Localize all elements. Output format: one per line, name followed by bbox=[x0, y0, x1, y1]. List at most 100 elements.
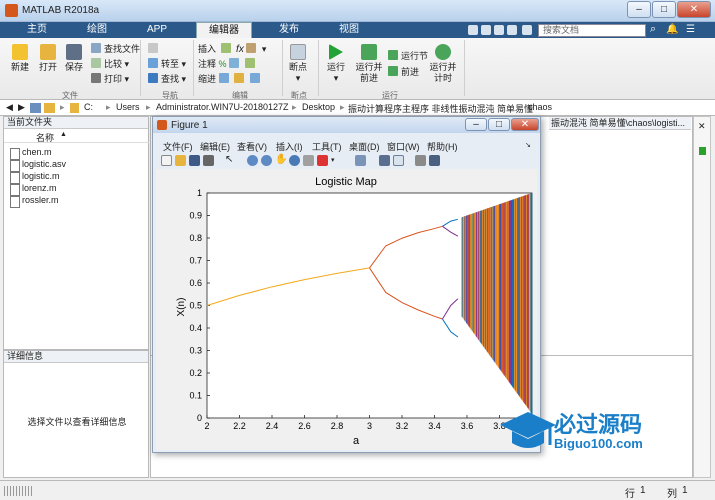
search-icon[interactable]: ⌕ bbox=[650, 23, 656, 36]
wrap-icon bbox=[229, 58, 240, 68]
run-and-time-button[interactable]: 运行并 计时 bbox=[428, 44, 458, 84]
y-axis-label: X(n) bbox=[176, 298, 187, 317]
menu-insert[interactable]: 插入(I) bbox=[276, 140, 303, 153]
login-icon[interactable]: ☰ bbox=[686, 24, 695, 35]
up-folder-icon[interactable] bbox=[30, 103, 41, 113]
open-button[interactable]: 打开 bbox=[36, 44, 60, 73]
tab-apps[interactable]: APP bbox=[134, 22, 180, 38]
browse-folder-icon[interactable] bbox=[44, 103, 55, 113]
search-docs-input[interactable]: 搜索文档 bbox=[538, 24, 646, 37]
x-tick-label: 2.8 bbox=[331, 421, 344, 431]
redo-quick-icon[interactable] bbox=[507, 25, 517, 35]
path-part-1[interactable]: Users bbox=[116, 102, 140, 112]
new-button[interactable]: 新建 bbox=[8, 44, 32, 73]
pan-icon[interactable]: ✋ bbox=[275, 154, 287, 165]
undo-quick-icon[interactable] bbox=[494, 25, 504, 35]
hide-plot-tools-icon[interactable] bbox=[415, 155, 426, 166]
run-advance-icon bbox=[361, 44, 377, 60]
menu-file[interactable]: 文件(F) bbox=[163, 140, 193, 153]
path-part-3[interactable]: Desktop bbox=[302, 102, 335, 112]
run-section-button[interactable]: 运行节 bbox=[388, 50, 428, 62]
run-and-advance-button[interactable]: 运行并 前进 bbox=[354, 44, 384, 84]
link-plot-icon[interactable] bbox=[355, 155, 366, 166]
tab-publish[interactable]: 发布 bbox=[266, 22, 312, 38]
x-tick-label: 2.6 bbox=[298, 421, 311, 431]
find-files-button[interactable]: 查找文件 bbox=[91, 43, 140, 55]
close-button[interactable]: ✕ bbox=[677, 1, 711, 18]
zoom-out-icon[interactable] bbox=[261, 155, 272, 166]
brush-icon[interactable] bbox=[317, 155, 328, 166]
open-file-icon[interactable] bbox=[175, 155, 186, 166]
figure-minimize-button[interactable]: – bbox=[465, 118, 487, 131]
cut-quick-icon[interactable] bbox=[481, 25, 491, 35]
menu-desktop[interactable]: 桌面(D) bbox=[349, 140, 380, 153]
data-cursor-icon[interactable] bbox=[303, 155, 314, 166]
compare-button[interactable]: 比较 ▾ bbox=[91, 58, 129, 70]
figure-toolbar: ↖ ✋ ▾ bbox=[159, 154, 539, 169]
nav-back-button[interactable] bbox=[148, 43, 161, 55]
find-button[interactable]: 查找 ▾ bbox=[148, 73, 186, 85]
help-quick-icon[interactable] bbox=[522, 25, 532, 35]
address-bar[interactable]: ◀ ▶ ▸ C: ▸ Users ▸ Administrator.WIN7U-2… bbox=[0, 100, 715, 116]
comment-button[interactable]: 注释 % bbox=[198, 58, 258, 70]
nav-icon bbox=[148, 43, 158, 53]
menu-dock-arrow-icon[interactable]: ↘ bbox=[525, 141, 531, 149]
save-quick-icon[interactable] bbox=[468, 25, 478, 35]
resize-grip-icon bbox=[4, 486, 34, 496]
list-item[interactable]: logistic.m bbox=[10, 171, 60, 184]
menu-edit[interactable]: 编辑(E) bbox=[200, 140, 230, 153]
figure-title: Figure 1 bbox=[171, 120, 208, 131]
list-item[interactable]: chen.m bbox=[10, 147, 52, 160]
figure-maximize-button[interactable]: □ bbox=[488, 118, 510, 131]
tab-plots[interactable]: 绘图 bbox=[74, 22, 120, 38]
breakpoint-icon bbox=[290, 44, 306, 60]
zoom-in-icon[interactable] bbox=[247, 155, 258, 166]
tab-view[interactable]: 视图 bbox=[326, 22, 372, 38]
advance-button[interactable]: 前进 bbox=[388, 66, 419, 78]
menu-tools[interactable]: 工具(T) bbox=[312, 140, 342, 153]
print-figure-icon[interactable] bbox=[203, 155, 214, 166]
name-column-header[interactable]: 名称 bbox=[36, 131, 54, 144]
save-figure-icon[interactable] bbox=[189, 155, 200, 166]
x-tick-label: 2.2 bbox=[233, 421, 246, 431]
print-button[interactable]: 打印 ▾ bbox=[91, 73, 129, 85]
pointer-icon[interactable]: ↖ bbox=[225, 154, 236, 165]
chart-title: Logistic Map bbox=[315, 176, 377, 188]
goto-button[interactable]: 转至 ▾ bbox=[148, 58, 186, 70]
run-icon bbox=[329, 44, 343, 60]
path-part-2[interactable]: Administrator.WIN7U-20180127Z bbox=[156, 102, 289, 112]
notification-icon[interactable]: 🔔 bbox=[666, 24, 678, 35]
menu-window[interactable]: 窗口(W) bbox=[387, 140, 420, 153]
path-part-5[interactable]: chaos bbox=[528, 102, 552, 112]
list-item[interactable]: rossler.m bbox=[10, 195, 59, 208]
figure-close-button[interactable]: ✕ bbox=[511, 118, 539, 131]
breakpoints-button[interactable]: 断点 ▾ bbox=[286, 44, 310, 84]
y-tick-label: 0 bbox=[197, 413, 202, 423]
show-plot-tools-icon[interactable] bbox=[429, 155, 440, 166]
run-button[interactable]: 运行 ▾ bbox=[324, 44, 348, 84]
brush-dropdown-icon[interactable]: ▾ bbox=[331, 156, 342, 167]
path-part-0[interactable]: C: bbox=[84, 102, 93, 112]
colorbar-icon[interactable] bbox=[379, 155, 390, 166]
tab-editor[interactable]: 编辑器 bbox=[196, 22, 252, 38]
rotate-icon[interactable] bbox=[289, 155, 300, 166]
indent-button[interactable]: 缩进 bbox=[198, 73, 263, 85]
insert-button[interactable]: 插入 fx ▾ bbox=[198, 43, 266, 55]
save-button[interactable]: 保存 bbox=[62, 44, 86, 73]
list-item[interactable]: lorenz.m bbox=[10, 183, 57, 196]
list-item[interactable]: logistic.asv bbox=[9, 159, 66, 172]
x-tick-label: 3.4 bbox=[428, 421, 441, 431]
new-figure-icon[interactable] bbox=[161, 155, 172, 166]
editor-tab-path[interactable]: 振动混沌 简单易懂\chaos\logisti... bbox=[549, 117, 691, 130]
back-icon[interactable]: ◀ bbox=[6, 102, 13, 113]
forward-icon[interactable]: ▶ bbox=[18, 102, 25, 113]
menu-help[interactable]: 帮助(H) bbox=[427, 140, 458, 153]
logistic-map-chart[interactable]: Logistic Map a X(n) 2 2.2 2.4 2.6 2.8 3 3.2 3.4… bbox=[156, 169, 537, 450]
minimize-button[interactable]: – bbox=[627, 1, 651, 18]
menu-view[interactable]: 查看(V) bbox=[237, 140, 267, 153]
tab-home[interactable]: 主页 bbox=[14, 22, 60, 38]
path-part-4[interactable]: 振动计算程序主程序 非线性振动混沌 简单易懂 bbox=[348, 102, 533, 115]
side-close-icon[interactable]: ✕ bbox=[698, 121, 706, 132]
legend-icon[interactable] bbox=[393, 155, 404, 166]
maximize-button[interactable]: □ bbox=[652, 1, 676, 18]
